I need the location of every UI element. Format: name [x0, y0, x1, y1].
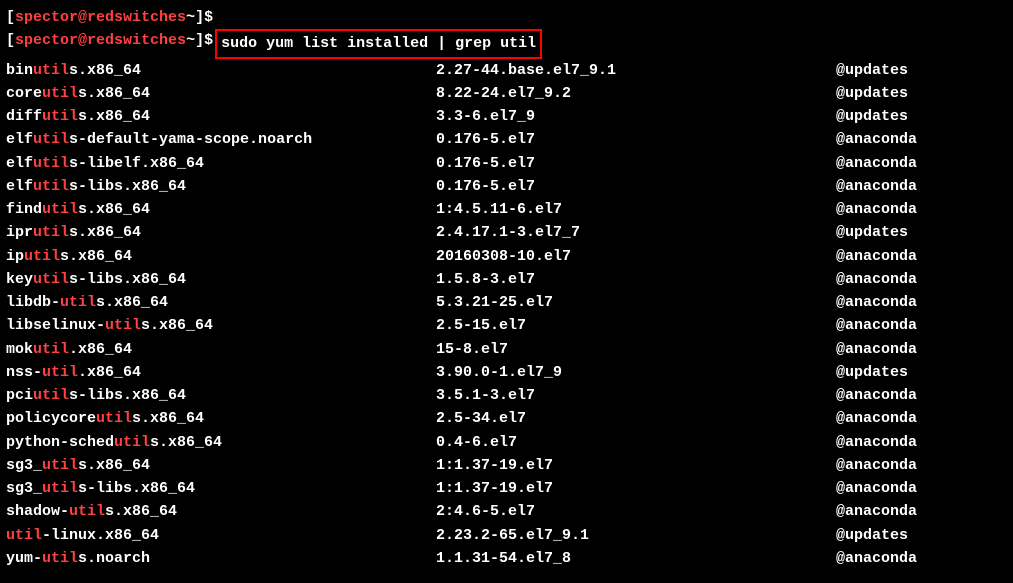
- package-version: 15-8.el7: [436, 338, 836, 361]
- package-name: diffutils.x86_64: [6, 105, 436, 128]
- package-name: python-schedutils.x86_64: [6, 431, 436, 454]
- package-name: iprutils.x86_64: [6, 221, 436, 244]
- package-version: 0.176-5.el7: [436, 175, 836, 198]
- package-row: elfutils-libs.x86_640.176-5.el7@anaconda: [6, 175, 1007, 198]
- package-repo: @updates: [836, 82, 1007, 105]
- package-version: 5.3.21-25.el7: [436, 291, 836, 314]
- package-repo: @anaconda: [836, 291, 1007, 314]
- package-row: keyutils-libs.x86_641.5.8-3.el7@anaconda: [6, 268, 1007, 291]
- package-row: pciutils-libs.x86_643.5.1-3.el7@anaconda: [6, 384, 1007, 407]
- package-row: util-linux.x86_642.23.2-65.el7_9.1@updat…: [6, 524, 1007, 547]
- package-version: 1:1.37-19.el7: [436, 454, 836, 477]
- package-version: 2.5-15.el7: [436, 314, 836, 337]
- package-row: shadow-utils.x86_642:4.6-5.el7@anaconda: [6, 500, 1007, 523]
- prompt-line: [spector@redswitches ~]$: [6, 6, 1007, 29]
- package-repo: @updates: [836, 105, 1007, 128]
- package-version: 1.5.8-3.el7: [436, 268, 836, 291]
- package-row: yum-utils.noarch1.1.31-54.el7_8@anaconda: [6, 547, 1007, 570]
- package-row: findutils.x86_641:4.5.11-6.el7@anaconda: [6, 198, 1007, 221]
- package-version: 1:4.5.11-6.el7: [436, 198, 836, 221]
- package-repo: @anaconda: [836, 314, 1007, 337]
- package-row: policycoreutils.x86_642.5-34.el7@anacond…: [6, 407, 1007, 430]
- package-version: 2.5-34.el7: [436, 407, 836, 430]
- package-name: util-linux.x86_64: [6, 524, 436, 547]
- package-repo: @anaconda: [836, 175, 1007, 198]
- package-row: python-schedutils.x86_640.4-6.el7@anacon…: [6, 431, 1007, 454]
- package-name: nss-util.x86_64: [6, 361, 436, 384]
- package-row: elfutils-libelf.x86_640.176-5.el7@anacon…: [6, 152, 1007, 175]
- terminal-output[interactable]: [spector@redswitches ~]$[spector@redswit…: [6, 6, 1007, 570]
- package-version: 3.5.1-3.el7: [436, 384, 836, 407]
- package-row: coreutils.x86_648.22-24.el7_9.2@updates: [6, 82, 1007, 105]
- package-repo: @anaconda: [836, 338, 1007, 361]
- package-repo: @anaconda: [836, 547, 1007, 570]
- package-row: iputils.x86_6420160308-10.el7@anaconda: [6, 245, 1007, 268]
- package-row: sg3_utils.x86_641:1.37-19.el7@anaconda: [6, 454, 1007, 477]
- package-version: 20160308-10.el7: [436, 245, 836, 268]
- package-row: iprutils.x86_642.4.17.1-3.el7_7@updates: [6, 221, 1007, 244]
- package-version: 3.3-6.el7_9: [436, 105, 836, 128]
- package-version: 3.90.0-1.el7_9: [436, 361, 836, 384]
- package-name: coreutils.x86_64: [6, 82, 436, 105]
- package-repo: @anaconda: [836, 268, 1007, 291]
- package-name: libselinux-utils.x86_64: [6, 314, 436, 337]
- package-name: elfutils-default-yama-scope.noarch: [6, 128, 436, 151]
- package-repo: @anaconda: [836, 477, 1007, 500]
- package-version: 0.176-5.el7: [436, 128, 836, 151]
- prompt-line: [spector@redswitches ~]$ sudo yum list i…: [6, 29, 1007, 58]
- package-version: 0.176-5.el7: [436, 152, 836, 175]
- package-name: policycoreutils.x86_64: [6, 407, 436, 430]
- package-name: libdb-utils.x86_64: [6, 291, 436, 314]
- package-repo: @anaconda: [836, 152, 1007, 175]
- package-name: iputils.x86_64: [6, 245, 436, 268]
- package-name: sg3_utils.x86_64: [6, 454, 436, 477]
- package-repo: @updates: [836, 524, 1007, 547]
- package-repo: @updates: [836, 221, 1007, 244]
- package-name: sg3_utils-libs.x86_64: [6, 477, 436, 500]
- package-name: elfutils-libelf.x86_64: [6, 152, 436, 175]
- package-repo: @anaconda: [836, 431, 1007, 454]
- package-version: 2.27-44.base.el7_9.1: [436, 59, 836, 82]
- package-repo: @anaconda: [836, 198, 1007, 221]
- package-version: 1.1.31-54.el7_8: [436, 547, 836, 570]
- package-name: binutils.x86_64: [6, 59, 436, 82]
- package-repo: @anaconda: [836, 128, 1007, 151]
- package-row: binutils.x86_642.27-44.base.el7_9.1@upda…: [6, 59, 1007, 82]
- package-name: shadow-utils.x86_64: [6, 500, 436, 523]
- package-version: 2.23.2-65.el7_9.1: [436, 524, 836, 547]
- package-version: 2:4.6-5.el7: [436, 500, 836, 523]
- package-name: mokutil.x86_64: [6, 338, 436, 361]
- package-name: yum-utils.noarch: [6, 547, 436, 570]
- package-repo: @anaconda: [836, 500, 1007, 523]
- package-repo: @anaconda: [836, 407, 1007, 430]
- package-version: 8.22-24.el7_9.2: [436, 82, 836, 105]
- package-row: diffutils.x86_643.3-6.el7_9@updates: [6, 105, 1007, 128]
- package-version: 0.4-6.el7: [436, 431, 836, 454]
- package-row: libdb-utils.x86_645.3.21-25.el7@anaconda: [6, 291, 1007, 314]
- package-name: findutils.x86_64: [6, 198, 436, 221]
- package-repo: @anaconda: [836, 384, 1007, 407]
- package-repo: @updates: [836, 59, 1007, 82]
- package-row: mokutil.x86_6415-8.el7@anaconda: [6, 338, 1007, 361]
- package-repo: @updates: [836, 361, 1007, 384]
- package-repo: @anaconda: [836, 245, 1007, 268]
- package-row: nss-util.x86_643.90.0-1.el7_9@updates: [6, 361, 1007, 384]
- package-repo: @anaconda: [836, 454, 1007, 477]
- package-row: elfutils-default-yama-scope.noarch0.176-…: [6, 128, 1007, 151]
- package-name: keyutils-libs.x86_64: [6, 268, 436, 291]
- package-name: elfutils-libs.x86_64: [6, 175, 436, 198]
- package-row: libselinux-utils.x86_642.5-15.el7@anacon…: [6, 314, 1007, 337]
- highlighted-command: sudo yum list installed | grep util: [215, 29, 542, 58]
- package-row: sg3_utils-libs.x86_641:1.37-19.el7@anaco…: [6, 477, 1007, 500]
- package-version: 2.4.17.1-3.el7_7: [436, 221, 836, 244]
- package-name: pciutils-libs.x86_64: [6, 384, 436, 407]
- package-version: 1:1.37-19.el7: [436, 477, 836, 500]
